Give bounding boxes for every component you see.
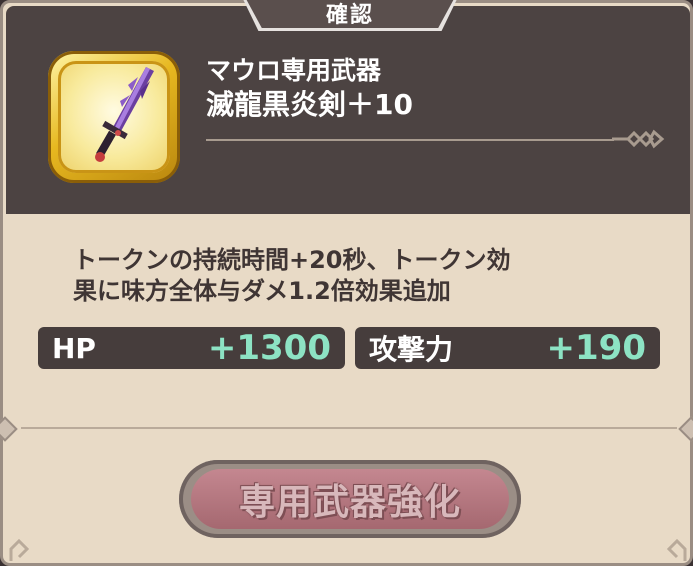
confirm-dialog: マウロ専用武器 滅龍黒炎剣＋10 確認 トークンの持続時間+20秒、トークン効 … [0, 0, 693, 566]
right-edge-diamond [678, 416, 693, 442]
upgrade-button-face[interactable]: 専用武器強化 [191, 469, 509, 529]
scroll-ornament-icon [612, 129, 665, 149]
item-icon-background [58, 61, 170, 173]
stat-hp-label: HP [52, 331, 96, 365]
stat-attack: 攻撃力 +190 [355, 327, 660, 369]
upgrade-button-label: 専用武器強化 [238, 482, 461, 523]
effect-description-line1: トークンの持続時間+20秒、トークン効 [73, 246, 511, 274]
item-name-line1: マウロ専用武器 [206, 56, 382, 85]
stat-hp: HP +1300 [38, 327, 345, 369]
item-header-panel: マウロ専用武器 滅龍黒炎剣＋10 [6, 6, 690, 214]
header-divider [206, 139, 614, 141]
stat-hp-value: +1300 [207, 328, 331, 368]
item-name-line2: 滅龍黒炎剣＋10 [206, 88, 413, 121]
left-edge-diamond [0, 416, 18, 442]
stat-attack-label: 攻撃力 [369, 333, 454, 366]
item-icon-frame [48, 51, 180, 183]
exclusive-weapon-upgrade-button[interactable]: 専用武器強化 [179, 460, 521, 538]
effect-description-line2: 果に味方全体与ダメ1.2倍効果追加 [73, 277, 451, 305]
stat-attack-value: +190 [546, 328, 646, 368]
dialog-title-tab: 確認 [241, 0, 459, 31]
purple-crystal-sword-icon [95, 67, 154, 162]
effect-description: トークンの持続時間+20秒、トークン効 果に味方全体与ダメ1.2倍効果追加 [73, 245, 593, 307]
content-divider [21, 427, 677, 429]
corner-ornament-right-icon [666, 538, 687, 561]
dialog-title: 確認 [325, 3, 374, 28]
corner-ornament-left-icon [9, 538, 30, 561]
